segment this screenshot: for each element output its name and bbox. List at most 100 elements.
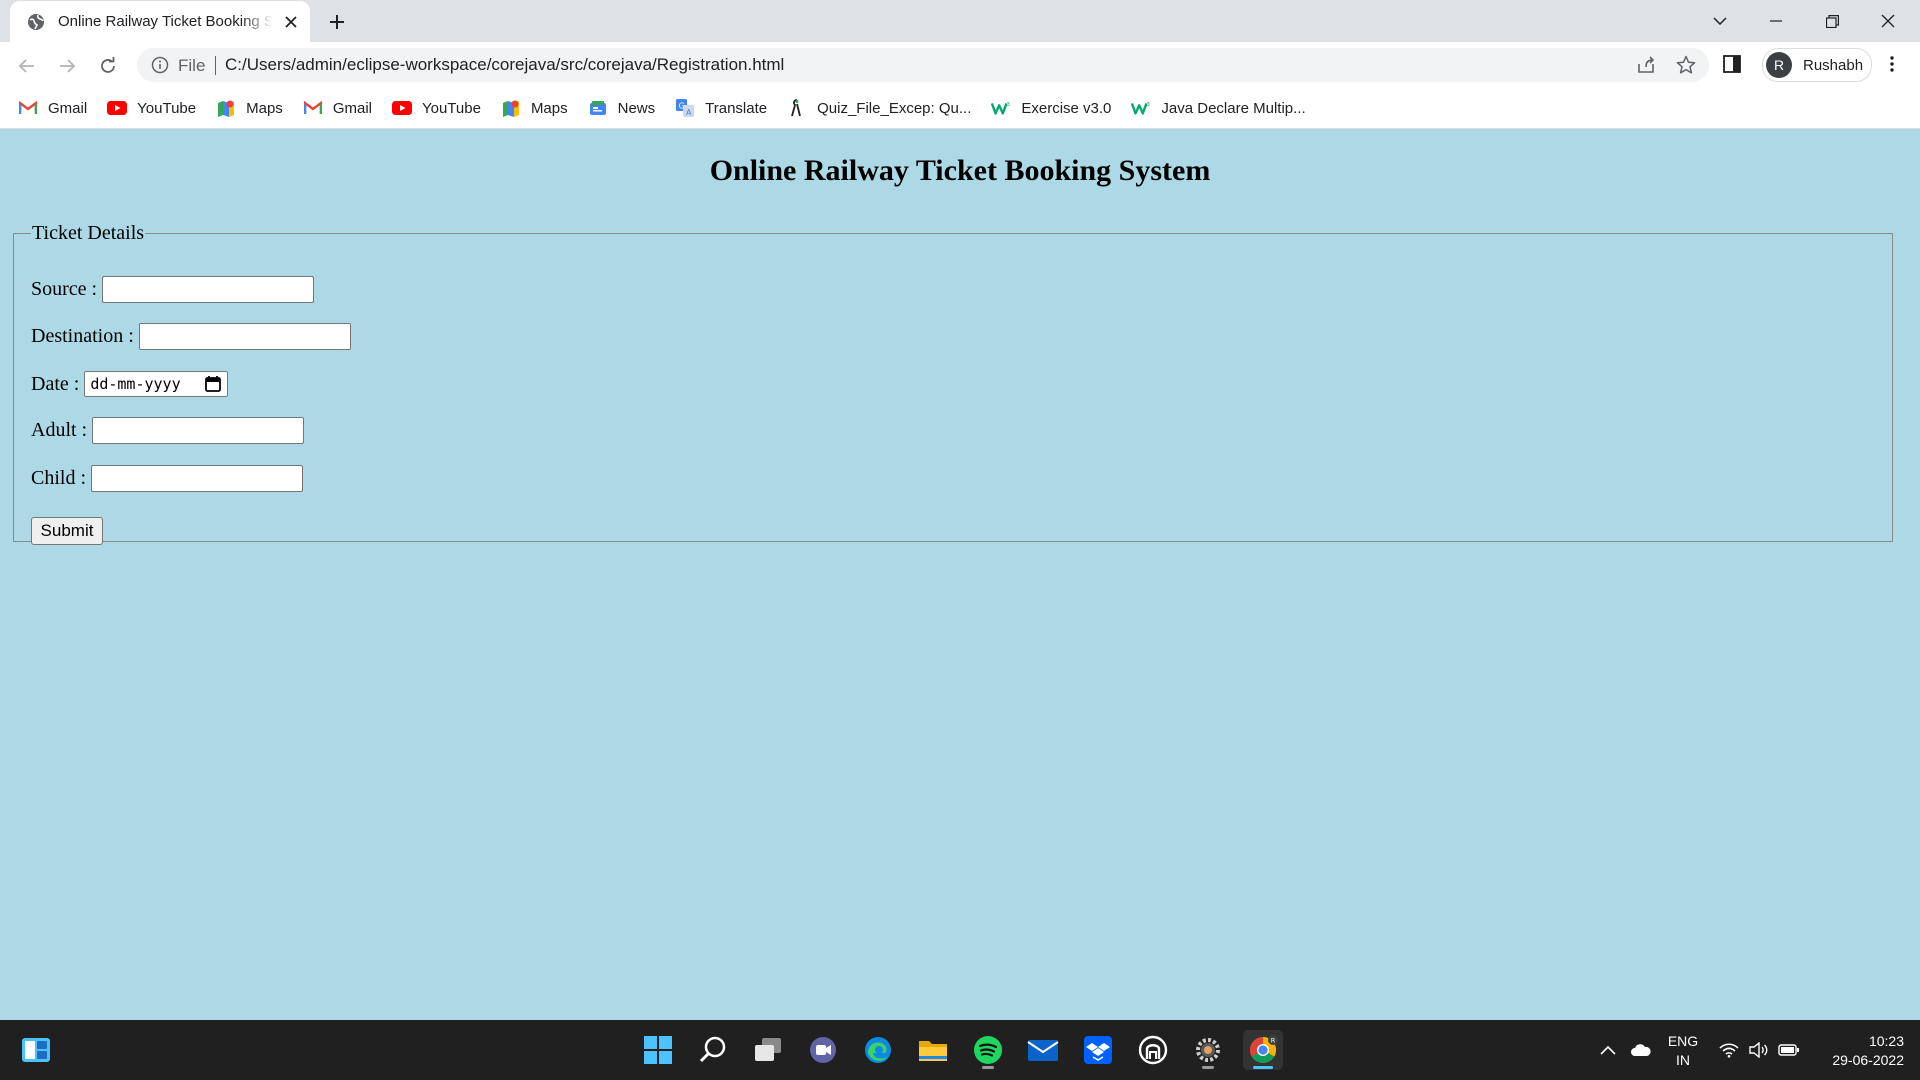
battery-button[interactable] (1776, 1030, 1802, 1070)
profile-button[interactable]: R Rushabh (1762, 48, 1872, 82)
submit-button[interactable]: Submit (31, 517, 103, 545)
new-tab-button[interactable] (324, 9, 350, 35)
adult-row: Adult : (31, 417, 305, 444)
date-input[interactable]: dd-mm-yyyy (84, 371, 229, 397)
tab-search-button[interactable] (1692, 0, 1748, 42)
bookmark-maps-2[interactable]: Maps (501, 94, 568, 122)
wifi-button[interactable] (1716, 1030, 1742, 1070)
more-menu-icon[interactable] (1882, 54, 1902, 74)
youtube-icon (391, 98, 412, 118)
clock[interactable]: 10:23 29-06-2022 (1812, 1032, 1904, 1070)
calendar-icon[interactable] (204, 375, 222, 393)
spotify-icon (974, 1036, 1002, 1064)
share-icon[interactable] (1635, 54, 1657, 76)
url-text[interactable]: C:/Users/admin/eclipse-workspace/corejav… (225, 55, 784, 75)
bookmark-maps[interactable]: Maps (216, 94, 283, 122)
page-content: Online Railway Ticket Booking System Tic… (0, 129, 1920, 1020)
quiz-icon (787, 98, 807, 118)
file-explorer-icon (919, 1041, 947, 1061)
chevron-down-icon (1713, 17, 1727, 25)
news-icon (588, 98, 608, 118)
child-input[interactable] (91, 465, 304, 492)
bookmark-exercise[interactable]: 3 Exercise v3.0 (991, 94, 1111, 122)
close-window-button[interactable] (1860, 0, 1916, 42)
profile-name: Rushabh (1803, 56, 1864, 74)
svg-text:G: G (679, 102, 685, 111)
start-button[interactable] (638, 1030, 678, 1070)
reload-button[interactable] (94, 52, 122, 80)
running-indicator (1202, 1066, 1214, 1069)
side-panel-icon[interactable] (1722, 54, 1742, 74)
destination-input[interactable] (138, 323, 351, 350)
task-view-icon (755, 1038, 781, 1061)
clock-time: 10:23 (1868, 1033, 1904, 1049)
globe-icon (26, 12, 46, 32)
address-bar[interactable]: File C:/Users/admin/eclipse-workspace/co… (137, 48, 1709, 82)
bookmark-java-declare[interactable]: 3 Java Declare Multip... (1131, 94, 1306, 122)
onedrive-button[interactable] (1626, 1030, 1656, 1070)
maps-icon (501, 98, 521, 118)
bookmark-news[interactable]: News (588, 94, 655, 122)
svg-text:3: 3 (1007, 102, 1011, 108)
cloud-icon (1631, 1044, 1651, 1056)
svg-text:3: 3 (1147, 102, 1151, 108)
show-hidden-icons-button[interactable] (1596, 1030, 1620, 1070)
minimize-button[interactable] (1748, 0, 1804, 42)
clock-date: 29-06-2022 (1832, 1052, 1904, 1068)
restore-icon (1825, 14, 1839, 28)
teams-chat-button[interactable] (803, 1030, 843, 1070)
widgets-icon (22, 1038, 50, 1062)
battery-icon (1778, 1044, 1799, 1056)
bookmark-gmail-2[interactable]: Gmail (303, 94, 372, 122)
edge-button[interactable] (858, 1030, 898, 1070)
destination-row: Destination : (31, 323, 351, 350)
settings-button[interactable] (1188, 1030, 1228, 1070)
avatar: R (1766, 52, 1792, 78)
chrome-icon: R (1249, 1035, 1278, 1064)
edge-icon (865, 1037, 891, 1063)
taskbar-search-button[interactable] (693, 1030, 733, 1070)
browser-tab[interactable]: Online Railway Ticket Booking System (10, 1, 310, 42)
bookmark-quiz[interactable]: Quiz_File_Excep: Qu... (787, 94, 971, 122)
tab-title: Online Railway Ticket Booking System (58, 13, 273, 30)
address-divider (215, 56, 216, 75)
language-indicator[interactable]: ENG IN (1665, 1032, 1701, 1070)
volume-button[interactable] (1746, 1030, 1772, 1070)
mail-button[interactable] (1023, 1030, 1063, 1070)
task-view-button[interactable] (748, 1030, 788, 1070)
spotify-button[interactable] (968, 1030, 1008, 1070)
wifi-icon (1719, 1043, 1739, 1058)
app-button[interactable] (1133, 1030, 1173, 1070)
start-icon (644, 1036, 672, 1064)
bookmark-youtube[interactable]: YouTube (107, 94, 196, 122)
file-explorer-button[interactable] (913, 1030, 953, 1070)
child-label: Child : (31, 467, 87, 489)
translate-icon: GA (675, 98, 695, 118)
close-tab-icon[interactable] (281, 12, 301, 32)
restore-button[interactable] (1804, 0, 1860, 42)
info-icon[interactable] (151, 56, 169, 74)
bookmark-youtube-2[interactable]: YouTube (391, 94, 481, 122)
bookmark-star-icon[interactable] (1675, 54, 1697, 76)
dropbox-button[interactable] (1078, 1030, 1118, 1070)
submit-row: Submit (31, 517, 103, 545)
adult-input[interactable] (92, 417, 305, 444)
bookmark-translate[interactable]: GA Translate (675, 94, 767, 122)
bookmark-gmail[interactable]: Gmail (18, 94, 87, 122)
source-input[interactable] (102, 276, 315, 303)
gmail-icon (303, 98, 323, 118)
forward-button[interactable] (53, 52, 81, 80)
bookmarks-bar: Gmail YouTube Maps Gmail YouTube Maps Ne… (0, 88, 1920, 129)
dropbox-icon (1084, 1036, 1112, 1064)
close-icon (1881, 14, 1895, 28)
chrome-button[interactable]: R (1243, 1030, 1283, 1070)
svg-text:A: A (686, 108, 692, 117)
back-button[interactable] (13, 52, 41, 80)
app-icon (1138, 1035, 1168, 1065)
widgets-button[interactable] (16, 1030, 56, 1070)
source-label: Source : (31, 278, 98, 300)
source-row: Source : (31, 276, 315, 303)
w3schools-icon: 3 (1131, 98, 1151, 118)
adult-label: Adult : (31, 419, 88, 441)
gmail-icon (18, 98, 38, 118)
